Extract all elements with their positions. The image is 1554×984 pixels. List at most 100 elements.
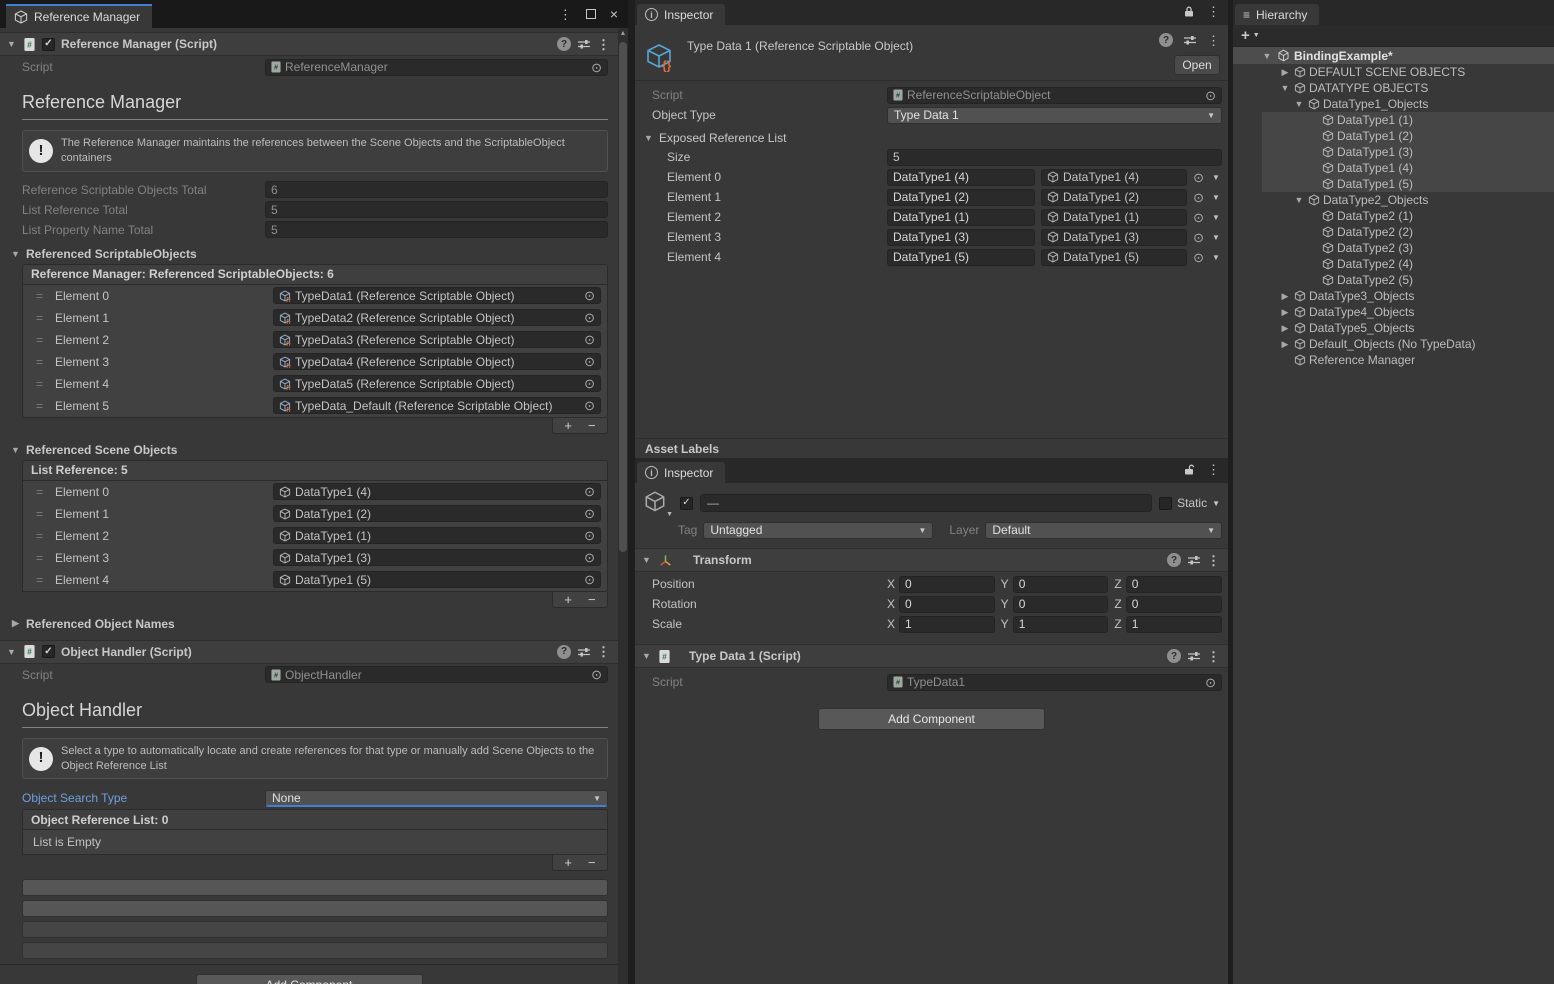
help-icon[interactable]: ?: [1167, 553, 1181, 567]
list-row[interactable]: = Element 4 {} TypeData5 (Reference Scri…: [23, 373, 607, 395]
foldout-referenced-scene-objects[interactable]: ▼ Referenced Scene Objects: [0, 440, 618, 460]
component-menu-icon[interactable]: ⋮: [1207, 650, 1220, 663]
object-reference-field[interactable]: {} TypeData2 (Reference Scriptable Objec…: [273, 309, 601, 327]
foldout-arrow-icon[interactable]: ▶: [1279, 307, 1291, 318]
object-picker-icon[interactable]: ⊙: [584, 551, 595, 564]
drag-handle-icon[interactable]: =: [31, 573, 49, 587]
object-type-dropdown[interactable]: Type Data 1 ▼: [887, 106, 1222, 124]
foldout-arrow-icon[interactable]: ▼: [641, 651, 652, 661]
foldout-arrow-icon[interactable]: ▶: [1279, 323, 1291, 334]
object-picker-icon[interactable]: ⊙: [1193, 231, 1204, 244]
object-reference-field[interactable]: {} TypeData1 (Reference Scriptable Objec…: [273, 287, 601, 305]
foldout-arrow-icon[interactable]: ▼: [1279, 83, 1291, 93]
hierarchy-item[interactable]: DataType1 (3): [1233, 144, 1554, 160]
hierarchy-item[interactable]: ▶ DataType5_Objects: [1233, 320, 1554, 336]
asset-labels-bar[interactable]: Asset Labels: [635, 438, 1228, 458]
scene-header[interactable]: ▼ BindingExample*: [1233, 47, 1554, 64]
element-object-field[interactable]: DataType1 (3): [1041, 228, 1188, 246]
list-row[interactable]: = Element 1 {} TypeData2 (Reference Scri…: [23, 307, 607, 329]
drag-handle-icon[interactable]: =: [31, 311, 49, 325]
object-picker-icon[interactable]: ⊙: [584, 485, 595, 498]
foldout-arrow-icon[interactable]: ▶: [1279, 339, 1291, 350]
foldout-arrow-icon[interactable]: ▼: [1293, 99, 1305, 109]
hierarchy-item[interactable]: DataType1 (1): [1233, 112, 1554, 128]
close-icon[interactable]: ×: [610, 7, 618, 21]
foldout-arrow-icon[interactable]: ▼: [641, 555, 652, 565]
object-reference-field[interactable]: {} TypeData5 (Reference Scriptable Objec…: [273, 375, 601, 393]
create-object-button[interactable]: +: [1241, 28, 1250, 43]
help-icon[interactable]: ?: [557, 644, 571, 659]
size-field[interactable]: 5: [887, 148, 1222, 166]
drag-handle-icon[interactable]: =: [31, 529, 49, 543]
object-picker-icon[interactable]: ⊙: [584, 399, 595, 412]
presets-icon[interactable]: [1187, 650, 1201, 662]
presets-icon[interactable]: [1183, 34, 1197, 46]
drag-handle-icon[interactable]: =: [31, 377, 49, 391]
object-picker-icon[interactable]: ⊙: [1193, 251, 1204, 264]
asset-menu-icon[interactable]: ⋮: [1207, 34, 1220, 47]
script-field[interactable]: # ReferenceManager ⊙: [265, 58, 608, 76]
hierarchy-item[interactable]: DataType2 (3): [1233, 240, 1554, 256]
list-row[interactable]: = Element 2 {} TypeData3 (Reference Scri…: [23, 329, 607, 351]
tab-reference-manager[interactable]: Reference Manager: [6, 4, 153, 28]
axis-x-field[interactable]: 0: [899, 595, 995, 613]
panel-menu-icon[interactable]: ⋮: [1207, 5, 1220, 18]
window-menu-icon[interactable]: ⋮: [559, 8, 572, 21]
add-element-button[interactable]: +: [564, 419, 572, 432]
object-picker-icon[interactable]: ⊙: [1205, 89, 1216, 102]
element-options-dropdown-icon[interactable]: ▼: [1210, 173, 1222, 182]
script-field[interactable]: # ReferenceScriptableObject ⊙: [887, 86, 1222, 104]
object-reference-field[interactable]: DataType1 (4) ⊙: [273, 483, 601, 501]
component-menu-icon[interactable]: ⋮: [1207, 554, 1220, 567]
layer-dropdown[interactable]: Default ▼: [985, 521, 1222, 539]
scrollbar[interactable]: ▲: [618, 28, 628, 984]
object-picker-icon[interactable]: ⊙: [591, 668, 602, 681]
panel-menu-icon[interactable]: ⋮: [1207, 463, 1220, 476]
remove-element-button[interactable]: −: [588, 593, 596, 606]
object-reference-field[interactable]: DataType1 (5) ⊙: [273, 571, 601, 589]
axis-y-field[interactable]: 1: [1012, 615, 1109, 633]
foldout-arrow-icon[interactable]: ▼: [1293, 195, 1305, 205]
hierarchy-item[interactable]: DataType1 (5): [1233, 176, 1554, 192]
static-dropdown-icon[interactable]: ▼: [1212, 499, 1220, 508]
component-menu-icon[interactable]: ⋮: [597, 38, 610, 51]
element-options-dropdown-icon[interactable]: ▼: [1210, 213, 1222, 222]
element-object-field[interactable]: DataType1 (2): [1041, 188, 1188, 206]
lock-open-icon[interactable]: [1183, 463, 1195, 476]
drag-handle-icon[interactable]: =: [31, 507, 49, 521]
hierarchy-item[interactable]: ▼ DataType1_Objects: [1233, 96, 1554, 112]
add-component-button[interactable]: Add Component: [818, 708, 1045, 730]
object-picker-icon[interactable]: ⊙: [584, 289, 595, 302]
list-row[interactable]: = Element 3 DataType1 (3) ⊙: [23, 547, 607, 569]
tab-hierarchy[interactable]: ≡ Hierarchy: [1235, 4, 1320, 25]
object-reference-field[interactable]: DataType1 (1) ⊙: [273, 527, 601, 545]
foldout-arrow-icon[interactable]: ▶: [1279, 291, 1291, 302]
hierarchy-item[interactable]: DataType1 (4): [1233, 160, 1554, 176]
presets-icon[interactable]: [577, 646, 591, 658]
object-picker-icon[interactable]: ⊙: [1205, 676, 1216, 689]
drag-handle-icon[interactable]: =: [31, 289, 49, 303]
list-row[interactable]: = Element 0 {} TypeData1 (Reference Scri…: [23, 285, 607, 307]
tag-dropdown[interactable]: Untagged ▼: [703, 521, 934, 539]
hierarchy-item[interactable]: Reference Manager: [1233, 352, 1554, 368]
object-picker-icon[interactable]: ⊙: [584, 333, 595, 346]
hierarchy-item[interactable]: DataType2 (1): [1233, 208, 1554, 224]
object-picker-icon[interactable]: ⊙: [584, 311, 595, 324]
add-element-button[interactable]: +: [564, 593, 572, 606]
component-header-typedata[interactable]: ▼ # Type Data 1 (Script) ? ⋮: [635, 644, 1228, 668]
list-row[interactable]: = Element 3 {} TypeData4 (Reference Scri…: [23, 351, 607, 373]
element-options-dropdown-icon[interactable]: ▼: [1210, 253, 1222, 262]
gameobject-icon[interactable]: ▼: [643, 490, 673, 518]
element-object-field[interactable]: DataType1 (5): [1041, 248, 1188, 266]
object-picker-icon[interactable]: ⊙: [1193, 191, 1204, 204]
component-header-transform[interactable]: ▼ Transform ? ⋮: [635, 548, 1228, 572]
action-button[interactable]: [22, 900, 608, 918]
hierarchy-item[interactable]: DataType2 (5): [1233, 272, 1554, 288]
object-reference-field[interactable]: DataType1 (3) ⊙: [273, 549, 601, 567]
object-picker-icon[interactable]: ⊙: [584, 529, 595, 542]
foldout-referenced-scriptableobjects[interactable]: ▼ Referenced ScriptableObjects: [0, 244, 618, 264]
list-row[interactable]: = Element 1 DataType1 (2) ⊙: [23, 503, 607, 525]
component-menu-icon[interactable]: ⋮: [597, 645, 610, 658]
element-key-field[interactable]: DataType1 (4): [887, 168, 1035, 186]
foldout-arrow-icon[interactable]: ▼: [6, 647, 17, 657]
